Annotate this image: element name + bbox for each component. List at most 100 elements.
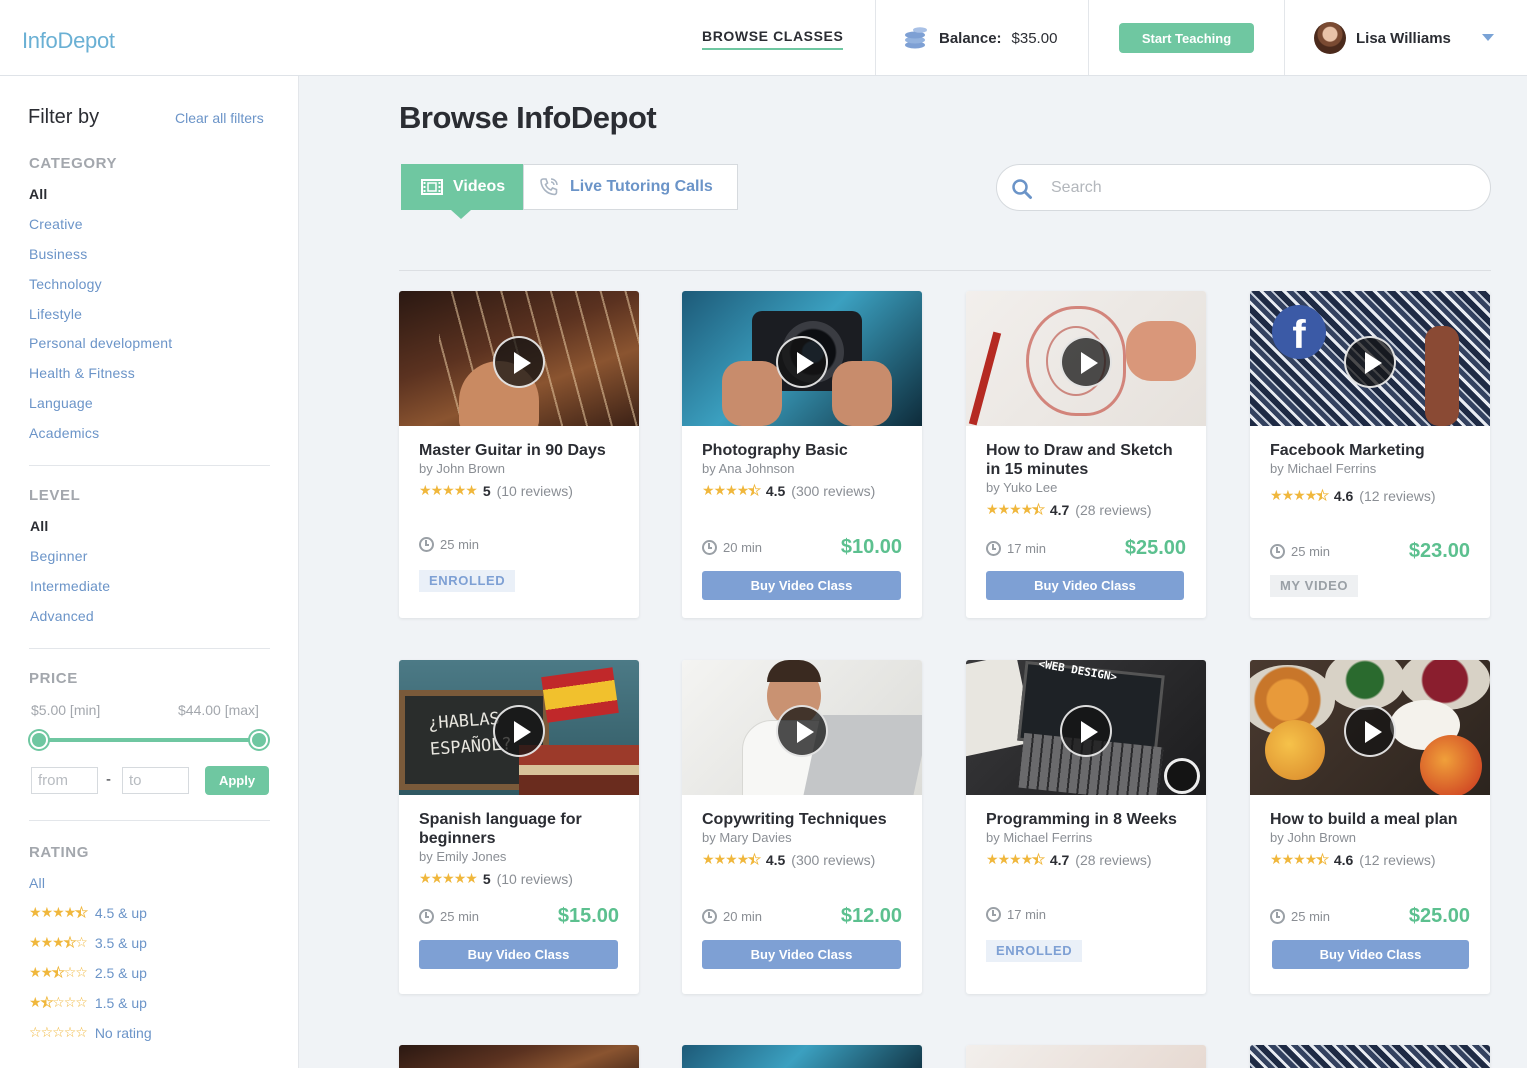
card-rating: ★★★★★ 4.5 (300 reviews)	[702, 851, 902, 868]
balance-amount: $35.00	[1011, 29, 1058, 47]
card-meta: 25 min $23.00	[1270, 540, 1470, 563]
level-heading: LEVEL	[29, 487, 81, 504]
category-health-fitness[interactable]: Health & Fitness	[29, 365, 135, 381]
price-slider-track[interactable]	[38, 738, 260, 742]
duration-text: 25 min	[1291, 909, 1331, 924]
category-language[interactable]: Language	[29, 395, 93, 411]
card-title: Copywriting Techniques	[702, 811, 887, 828]
class-card-programming[interactable]: <WEB DESIGN> Programming in 8 Weeks by M…	[966, 660, 1206, 994]
class-card-spanish[interactable]: ¿HABLAS ESPAÑOL? Spanish language for beg…	[399, 660, 639, 994]
avatar	[1314, 22, 1346, 54]
rating-heading: RATING	[29, 844, 89, 861]
enrolled-badge: ENROLLED	[419, 570, 516, 592]
buy-video-class-button[interactable]: Buy Video Class	[986, 571, 1184, 600]
duration-text: 20 min	[723, 540, 763, 555]
card-rating: ★★★★★ 4.6 (12 reviews)	[1270, 851, 1470, 868]
category-academics[interactable]: Academics	[29, 425, 99, 441]
card-title: How to build a meal plan	[1270, 811, 1458, 828]
duration-text: 25 min	[440, 537, 480, 552]
search-input[interactable]	[1051, 176, 1471, 200]
card-meta: 25 min $15.00	[419, 905, 619, 928]
class-card-partial[interactable]	[1250, 1045, 1490, 1068]
rating-filter-3-5[interactable]: ★★★★☆ 3.5 & up	[29, 934, 147, 951]
class-card-meal-plan[interactable]: How to build a meal plan by John Brown ★…	[1250, 660, 1490, 994]
price: $25.00	[1124, 537, 1186, 559]
buy-video-class-button[interactable]: Buy Video Class	[702, 571, 901, 600]
play-icon[interactable]	[776, 336, 828, 388]
rating-filter-2-5[interactable]: ★★★☆☆ 2.5 & up	[29, 964, 147, 981]
class-card-facebook[interactable]: f Facebook Marketing by Michael Ferrins …	[1250, 291, 1490, 618]
rating-filter-label: No rating	[94, 1024, 152, 1041]
buy-video-class-button[interactable]: Buy Video Class	[1272, 940, 1469, 969]
play-icon[interactable]	[1344, 336, 1396, 388]
tab-live-tutoring[interactable]: Live Tutoring Calls	[523, 164, 738, 210]
class-card-partial[interactable]	[682, 1045, 922, 1068]
category-lifestyle[interactable]: Lifestyle	[29, 306, 82, 322]
duration: 25 min	[1270, 544, 1330, 559]
thumbnail-spanish: ¿HABLAS ESPAÑOL?	[399, 660, 639, 795]
class-card-partial[interactable]	[966, 1045, 1206, 1068]
category-business[interactable]: Business	[29, 246, 87, 262]
play-icon[interactable]	[1060, 336, 1112, 388]
facebook-logo-icon: f	[1272, 305, 1326, 359]
level-beginner[interactable]: Beginner	[30, 548, 88, 564]
nav-browse-classes[interactable]: BROWSE CLASSES	[702, 28, 844, 50]
class-card-photography[interactable]: Photography Basic by Ana Johnson ★★★★★ 4…	[682, 291, 922, 618]
class-card-guitar[interactable]: Master Guitar in 90 Days by John Brown ★…	[399, 291, 639, 618]
review-count: (12 reviews)	[1359, 487, 1436, 504]
start-teaching-button[interactable]: Start Teaching	[1119, 23, 1254, 53]
play-icon[interactable]	[1060, 705, 1112, 757]
search-box[interactable]	[996, 164, 1491, 211]
film-icon	[421, 179, 443, 195]
rating-score: 4.6	[1333, 487, 1354, 504]
review-count: (28 reviews)	[1075, 501, 1152, 518]
price-from-input[interactable]	[31, 767, 98, 794]
rating-filter-4-5[interactable]: ★★★★★ 4.5 & up	[29, 904, 147, 921]
star-rating-icon: ★★★★★	[29, 904, 88, 921]
logo[interactable]: InfoDepot	[22, 28, 115, 54]
category-personal-development[interactable]: Personal development	[29, 335, 172, 351]
level-advanced[interactable]: Advanced	[30, 608, 94, 624]
category-creative[interactable]: Creative	[29, 216, 83, 232]
user-menu[interactable]: Lisa Williams	[1314, 22, 1451, 54]
divider	[29, 465, 270, 466]
thumbnail-copywriting	[682, 660, 922, 795]
apply-price-button[interactable]: Apply	[205, 766, 269, 795]
price-to-input[interactable]	[122, 767, 189, 794]
rating-filter-label: 4.5 & up	[94, 904, 147, 921]
tab-videos[interactable]: Videos	[401, 164, 523, 219]
class-card-partial[interactable]	[399, 1045, 639, 1068]
chevron-down-icon[interactable]	[1482, 34, 1494, 41]
category-all[interactable]: All	[29, 186, 48, 202]
card-author: by Emily Jones	[419, 849, 507, 864]
review-count: (10 reviews)	[496, 482, 573, 499]
star-rating-icon: ★★☆☆☆	[29, 994, 88, 1011]
level-all[interactable]: All	[30, 518, 49, 534]
review-count: (300 reviews)	[791, 851, 876, 868]
rating-filter-none[interactable]: ☆☆☆☆☆ No rating	[29, 1024, 152, 1041]
card-title: Photography Basic	[702, 442, 848, 459]
price-slider-max-handle[interactable]	[250, 731, 268, 749]
duration: 20 min	[702, 540, 762, 555]
level-intermediate[interactable]: Intermediate	[30, 578, 110, 594]
enrolled-badge: ENROLLED	[986, 940, 1083, 962]
rating-all[interactable]: All	[29, 875, 45, 891]
class-card-copywriting[interactable]: Copywriting Techniques by Mary Davies ★★…	[682, 660, 922, 994]
category-technology[interactable]: Technology	[29, 276, 102, 292]
duration: 25 min	[419, 909, 479, 924]
top-header: InfoDepot BROWSE CLASSES Balance: $35.00…	[0, 0, 1527, 76]
user-name: Lisa Williams	[1356, 29, 1451, 47]
play-icon[interactable]	[493, 705, 545, 757]
clear-filters-link[interactable]: Clear all filters	[175, 110, 264, 126]
card-rating: ★★★★★ 4.7 (28 reviews)	[986, 501, 1186, 518]
play-icon[interactable]	[1344, 705, 1396, 757]
play-icon[interactable]	[493, 336, 545, 388]
buy-video-class-button[interactable]: Buy Video Class	[702, 940, 901, 969]
class-card-drawing[interactable]: How to Draw and Sketch in 15 minutes by …	[966, 291, 1206, 618]
play-icon[interactable]	[776, 705, 828, 757]
price: $23.00	[1408, 540, 1470, 562]
rating-filter-1-5[interactable]: ★★☆☆☆ 1.5 & up	[29, 994, 147, 1011]
buy-video-class-button[interactable]: Buy Video Class	[419, 940, 618, 969]
filter-sidebar: Filter by Clear all filters CATEGORY All…	[0, 76, 299, 1068]
price-slider-min-handle[interactable]	[30, 731, 48, 749]
